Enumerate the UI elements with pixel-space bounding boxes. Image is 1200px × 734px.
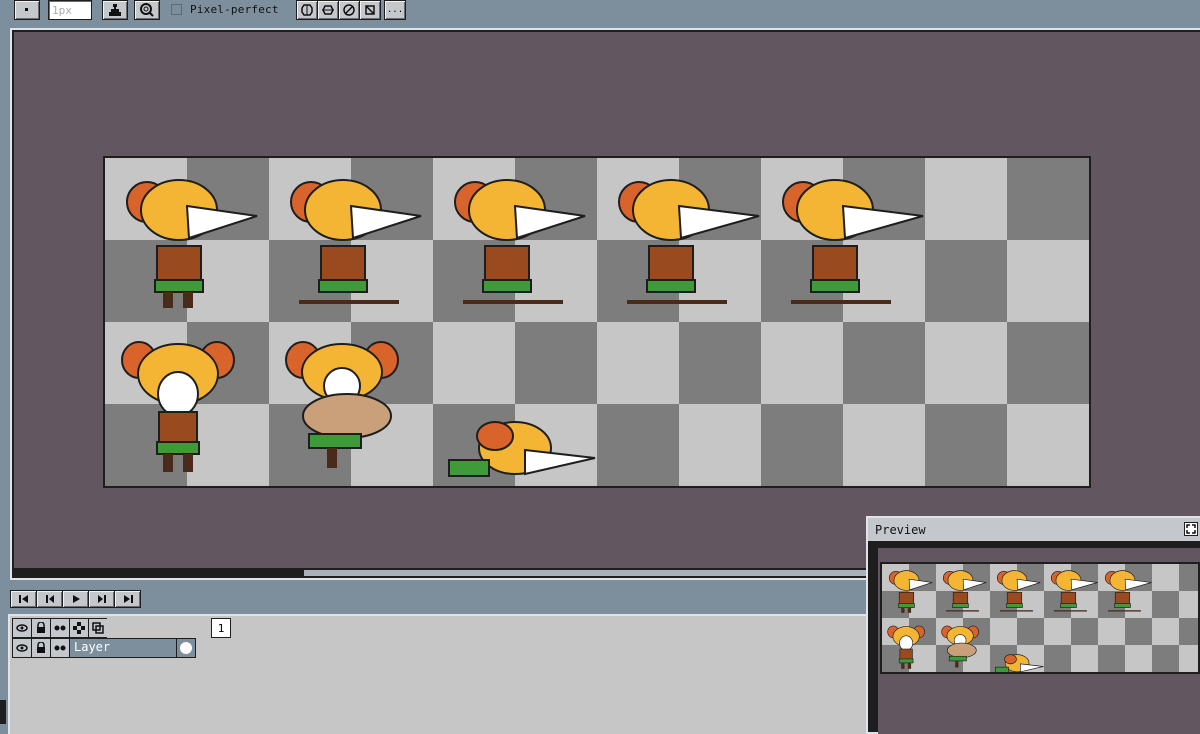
frame-number[interactable]: 1 [211, 618, 231, 638]
more-options-button[interactable]: ... [384, 0, 406, 20]
ink-icon[interactable] [102, 0, 128, 20]
eye-icon[interactable] [12, 638, 32, 658]
continuous-icon[interactable] [50, 618, 70, 638]
pixel-perfect-label: Pixel-perfect [190, 3, 279, 16]
onion-skin-icon[interactable] [88, 618, 108, 638]
preview-sprite-sheet [887, 570, 1152, 672]
preview-title: Preview [875, 523, 926, 537]
symmetry-horizontal-icon[interactable] [296, 0, 318, 20]
left-edge-handle[interactable] [0, 700, 6, 724]
sprite-frame-preview-1 [888, 570, 933, 613]
sprite-frame-preview-3 [996, 570, 1041, 612]
sprite-frame-6 [121, 341, 235, 472]
layer-row[interactable]: Layer [12, 638, 196, 658]
timeline-panel: 1 Layer [8, 614, 872, 734]
lock-icon[interactable] [31, 618, 51, 638]
previous-frame-icon[interactable] [36, 590, 63, 608]
continuous-icon[interactable] [50, 638, 70, 658]
header-spacer [107, 618, 211, 638]
maximize-icon[interactable] [1184, 522, 1198, 536]
sprite-frame-8 [448, 421, 596, 477]
rotate-icon[interactable] [338, 0, 360, 20]
flip-icon[interactable] [359, 0, 381, 20]
canvas-area[interactable] [14, 32, 1200, 568]
symmetry-group: ... [296, 0, 406, 20]
layer-name[interactable]: Layer [69, 638, 177, 658]
sprite-frame-preview-4 [1050, 570, 1098, 612]
play-icon[interactable] [62, 590, 89, 608]
next-frame-icon[interactable] [88, 590, 115, 608]
sprite-frame-preview-8 [994, 654, 1044, 672]
brush-size-input[interactable] [48, 0, 92, 20]
sprite-frame-preview-6 [887, 625, 925, 669]
scrollbar-thumb[interactable] [304, 570, 884, 576]
eye-icon[interactable] [12, 618, 32, 638]
last-frame-icon[interactable] [114, 590, 141, 608]
sprite-sheet [121, 179, 924, 477]
sprite-frame-7 [285, 341, 399, 468]
sprite-frame-preview-7 [941, 625, 979, 668]
lock-icon[interactable] [31, 638, 51, 658]
pixel-perfect-checkbox[interactable] [171, 4, 182, 15]
sprite-frame-preview-5 [1104, 570, 1152, 612]
first-frame-icon[interactable] [10, 590, 37, 608]
link-icon[interactable] [69, 618, 89, 638]
zoom-icon[interactable] [134, 0, 160, 20]
sprite-frame-3 [454, 179, 586, 304]
square-brush-icon[interactable] [14, 0, 40, 20]
symmetry-vertical-icon[interactable] [317, 0, 339, 20]
preview-canvas[interactable] [880, 562, 1200, 674]
sprite-canvas[interactable] [103, 156, 1091, 488]
preview-titlebar[interactable]: Preview [868, 518, 1200, 542]
cel-cell[interactable] [176, 638, 196, 658]
more-options-label: ... [386, 4, 404, 15]
playback-controls [10, 590, 141, 608]
timeline-header-row: 1 [12, 618, 231, 638]
preview-panel: Preview [866, 516, 1200, 734]
sprite-frame-4 [618, 179, 760, 304]
sprite-frame-preview-2 [942, 570, 987, 612]
editor-panel [10, 28, 1200, 580]
cel-dot [180, 642, 192, 654]
sprite-frame-1 [126, 179, 258, 308]
sprite-frame-5 [782, 179, 924, 304]
context-toolbar: Pixel-perfect ... [0, 0, 1200, 26]
sprite-frame-2 [290, 179, 422, 304]
